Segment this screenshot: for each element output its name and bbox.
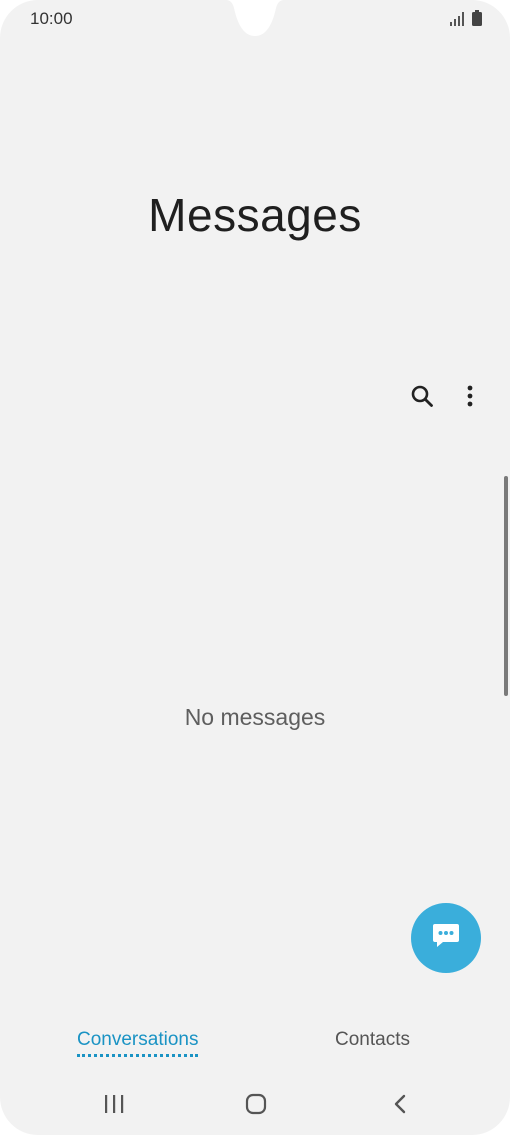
more-options-icon	[467, 385, 473, 412]
signal-icon	[450, 12, 466, 31]
tab-contacts[interactable]: Contacts	[335, 1029, 410, 1051]
status-time: 10:00	[30, 9, 73, 28]
tab-conversations[interactable]: Conversations	[77, 1029, 199, 1057]
search-button[interactable]	[402, 378, 442, 418]
back-icon	[393, 1094, 407, 1119]
recent-apps-button[interactable]	[94, 1086, 134, 1126]
search-icon	[410, 384, 434, 413]
back-button[interactable]	[380, 1086, 420, 1126]
page-title: Messages	[148, 189, 362, 241]
home-icon	[245, 1093, 267, 1120]
new-message-icon	[431, 922, 461, 955]
recent-apps-icon	[104, 1094, 124, 1118]
phone-screen: 10:00 Messages No messages Conversations…	[0, 0, 510, 1135]
scroll-indicator[interactable]	[504, 476, 508, 696]
home-button[interactable]	[236, 1086, 276, 1126]
new-message-button[interactable]	[411, 903, 481, 973]
empty-state-text: No messages	[184, 704, 326, 730]
camera-notch	[226, 0, 284, 36]
status-icons	[450, 10, 482, 31]
more-options-button[interactable]	[450, 378, 490, 418]
battery-icon	[472, 10, 482, 31]
